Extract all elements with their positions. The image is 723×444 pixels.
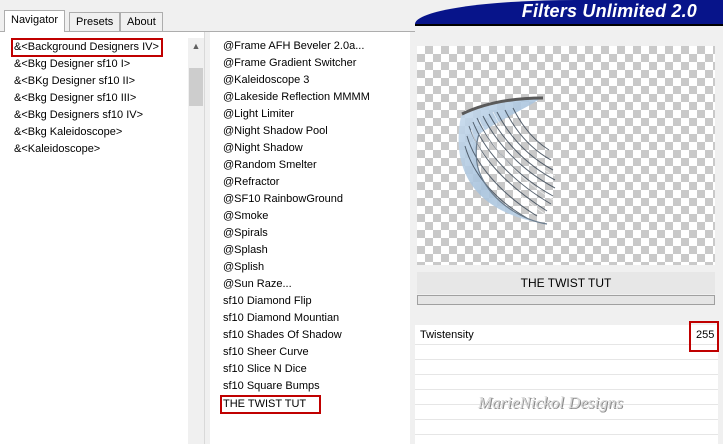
category-item[interactable]: &<Bkg Designers sf10 IV>	[14, 107, 143, 124]
app-title: Filters Unlimited 2.0	[521, 1, 697, 21]
filter-item[interactable]: @Spirals	[223, 225, 268, 242]
filter-item[interactable]: sf10 Slice N Dice	[223, 361, 307, 378]
tab-about[interactable]: About	[120, 12, 163, 31]
row-divider	[415, 359, 718, 360]
filter-item[interactable]: sf10 Shades Of Shadow	[223, 327, 342, 344]
tab-presets[interactable]: Presets	[69, 12, 121, 31]
filter-item[interactable]: @Splish	[223, 259, 264, 276]
watermark: MarieNickol Designs	[478, 393, 623, 412]
filter-item[interactable]: sf10 Diamond Flip	[223, 293, 312, 310]
filter-item[interactable]: sf10 Square Bumps	[223, 378, 320, 395]
filter-item[interactable]: @Sun Raze...	[223, 276, 292, 293]
category-item[interactable]: &<Bkg Designer sf10 I>	[14, 56, 130, 73]
tab-navigator[interactable]: Navigator	[4, 10, 66, 32]
filter-item[interactable]: sf10 Diamond Mountian	[223, 310, 339, 327]
row-divider	[415, 419, 718, 420]
category-item[interactable]: &<Bkg Designer sf10 III>	[14, 90, 136, 107]
category-item[interactable]: &<Kaleidoscope>	[14, 141, 100, 158]
scroll-thumb[interactable]	[189, 68, 203, 106]
filter-item[interactable]: @Frame Gradient Switcher	[223, 55, 356, 72]
twist-preview-image	[458, 96, 556, 225]
row-divider	[415, 389, 718, 390]
filter-item[interactable]: @Night Shadow	[223, 140, 303, 157]
filter-item[interactable]: @Splash	[223, 242, 268, 259]
app-banner: Filters Unlimited 2.0	[415, 0, 723, 26]
category-item[interactable]: &<BKg Designer sf10 II>	[14, 73, 135, 90]
selected-filter-title: THE TWIST TUT	[417, 272, 715, 294]
filter-item[interactable]: @Lakeside Reflection MMMM	[223, 89, 370, 106]
filter-item[interactable]: @Night Shadow Pool	[223, 123, 328, 140]
category-scrollbar[interactable]: ▲	[188, 38, 204, 444]
filter-item[interactable]: @Frame AFH Beveler 2.0a...	[223, 38, 364, 55]
param-twistensity-value[interactable]: 255	[696, 328, 714, 342]
progress-bar	[417, 295, 715, 305]
parameter-panel	[415, 325, 718, 444]
filter-item[interactable]: @Light Limiter	[223, 106, 294, 123]
row-divider	[415, 374, 718, 375]
category-item[interactable]: &<Background Designers IV>	[14, 39, 159, 56]
filter-item[interactable]: @Kaleidoscope 3	[223, 72, 309, 89]
filter-item-selected[interactable]: THE TWIST TUT	[223, 396, 306, 413]
row-divider	[415, 434, 718, 435]
filter-item[interactable]: @Random Smelter	[223, 157, 317, 174]
filter-item[interactable]: @SF10 RainbowGround	[223, 191, 343, 208]
filter-item[interactable]: @Smoke	[223, 208, 268, 225]
scroll-up-arrow-icon[interactable]: ▲	[188, 38, 204, 54]
category-item[interactable]: &<Bkg Kaleidoscope>	[14, 124, 122, 141]
param-twistensity-label: Twistensity	[420, 329, 474, 341]
preview-canvas	[417, 46, 715, 265]
filter-item[interactable]: sf10 Sheer Curve	[223, 344, 309, 361]
row-divider	[415, 344, 718, 345]
filter-item[interactable]: @Refractor	[223, 174, 279, 191]
